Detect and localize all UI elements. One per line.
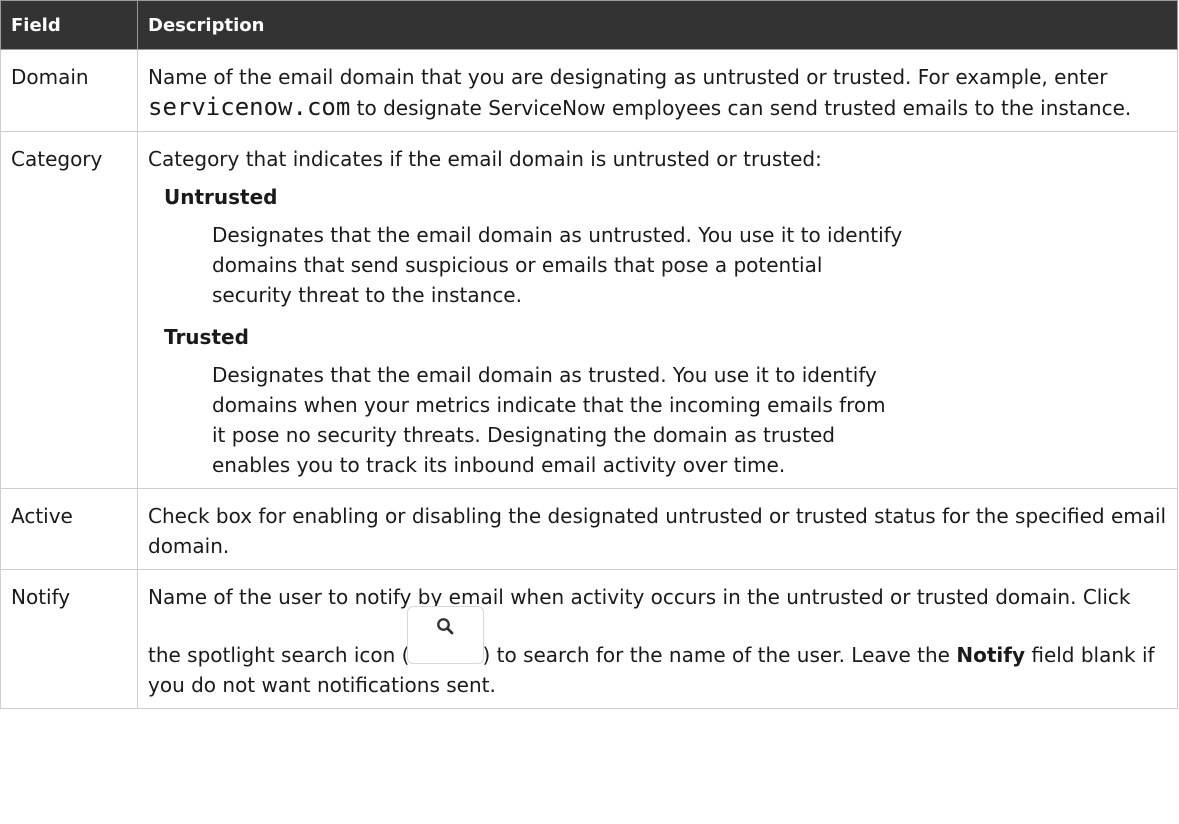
table-row-notify: Notify Name of the user to notify by ema… (0, 569, 1178, 709)
description-category: Category that indicates if the email dom… (137, 131, 1178, 489)
description-domain: Name of the email domain that you are de… (137, 49, 1178, 132)
table-row-category: Category Category that indicates if the … (0, 131, 1178, 489)
field-notify: Notify (0, 569, 138, 709)
field-active: Active (0, 488, 138, 570)
term-trusted: Trusted (164, 325, 249, 349)
header-field: Field (0, 0, 138, 50)
header-description: Description (137, 0, 1178, 50)
term-untrusted: Untrusted (164, 185, 278, 209)
table-row-domain: Domain Name of the email domain that you… (0, 49, 1178, 132)
category-intro: Category that indicates if the email dom… (148, 147, 822, 171)
desc-untrusted: Designates that the email domain as untr… (212, 223, 903, 307)
field-category: Category (0, 131, 138, 489)
fields-table: Field Description Domain Name of the ema… (0, 0, 1178, 709)
domain-desc-start: Name of the email domain that you are de… (148, 65, 1108, 89)
description-active: Check box for enabling or disabling the … (137, 488, 1178, 570)
field-domain: Domain (0, 49, 138, 132)
notify-desc-mid: ) to search for the name of the user. Le… (482, 643, 957, 667)
table-row-active: Active Check box for enabling or disabli… (0, 488, 1178, 570)
desc-trusted: Designates that the email domain as trus… (212, 363, 886, 477)
description-notify: Name of the user to notify by email when… (137, 569, 1178, 709)
notify-field-name: Notify (956, 643, 1025, 667)
search-icon (407, 606, 485, 664)
domain-desc-end: to designate ServiceNow employees can se… (350, 96, 1132, 120)
domain-example-code: servicenow.com (148, 93, 351, 121)
header-row: Field Description (0, 0, 1178, 50)
